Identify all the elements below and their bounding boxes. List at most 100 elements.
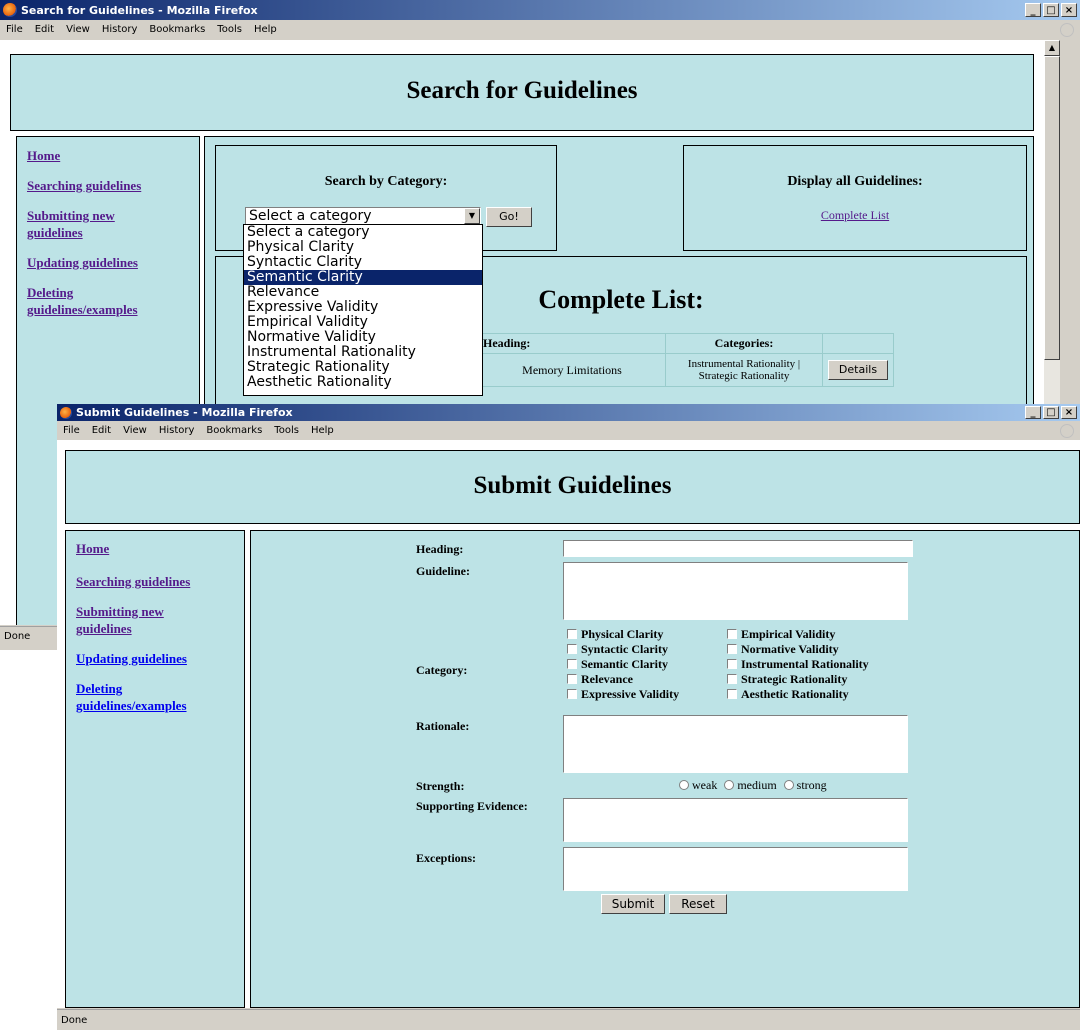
checkbox-icon[interactable]	[727, 629, 737, 639]
heading-input[interactable]	[563, 540, 913, 557]
category-checkbox-semantic[interactable]: Semantic Clarity	[567, 657, 668, 672]
dropdown-option-selected[interactable]: Semantic Clarity	[244, 270, 482, 285]
checkbox-icon[interactable]	[727, 644, 737, 654]
go-button[interactable]: Go!	[486, 207, 532, 227]
category-select[interactable]: Select a category ▼	[245, 207, 481, 225]
menu-tools[interactable]: Tools	[217, 24, 242, 35]
scroll-up-icon[interactable]: ▲	[1044, 40, 1060, 56]
rationale-textarea[interactable]	[563, 715, 908, 773]
menu-edit[interactable]: Edit	[35, 24, 54, 35]
category-select-value: Select a category	[249, 208, 372, 224]
menu-history[interactable]: History	[159, 425, 195, 436]
menu-file[interactable]: File	[63, 425, 80, 436]
menu-view[interactable]: View	[66, 24, 90, 35]
strength-radio-group: weak medium strong	[679, 778, 827, 793]
category-checkbox-syntactic[interactable]: Syntactic Clarity	[567, 642, 668, 657]
dropdown-option[interactable]: Aesthetic Rationality	[244, 375, 482, 390]
dropdown-option[interactable]: Instrumental Rationality	[244, 345, 482, 360]
front-titlebar[interactable]: Submit Guidelines - Mozilla Firefox _ □ …	[57, 404, 1080, 421]
dropdown-option[interactable]: Strategic Rationality	[244, 360, 482, 375]
nav-deleting[interactable]: Deleting guidelines/examples	[76, 680, 226, 714]
checkbox-icon[interactable]	[727, 659, 737, 669]
checkbox-icon[interactable]	[727, 674, 737, 684]
strength-medium[interactable]: medium	[724, 778, 777, 792]
dropdown-option[interactable]: Relevance	[244, 285, 482, 300]
nav-updating[interactable]: Updating guidelines	[76, 650, 244, 667]
checkbox-icon[interactable]	[727, 689, 737, 699]
maximize-button[interactable]: □	[1043, 3, 1059, 17]
checkbox-icon[interactable]	[567, 674, 577, 684]
category-checkbox-relevance[interactable]: Relevance	[567, 672, 633, 687]
category-checkbox-normative[interactable]: Normative Validity	[727, 642, 839, 657]
menu-history[interactable]: History	[102, 24, 138, 35]
category-checkbox-strategic[interactable]: Strategic Rationality	[727, 672, 847, 687]
nav-searching[interactable]: Searching guidelines	[76, 573, 244, 590]
strength-label: Strength:	[416, 779, 465, 793]
menu-bookmarks[interactable]: Bookmarks	[206, 425, 262, 436]
front-content: Submit Guidelines Home Searching guideli…	[57, 440, 1080, 1008]
menu-file[interactable]: File	[6, 24, 23, 35]
guideline-textarea[interactable]	[563, 562, 908, 620]
page-title: Submit Guidelines	[473, 472, 672, 499]
checkbox-icon[interactable]	[567, 659, 577, 669]
chevron-down-icon[interactable]: ▼	[464, 208, 480, 224]
strength-weak[interactable]: weak	[679, 778, 717, 792]
nav-deleting[interactable]: Deleting guidelines/examples	[27, 284, 177, 318]
maximize-button[interactable]: □	[1043, 406, 1059, 419]
dropdown-option[interactable]: Empirical Validity	[244, 315, 482, 330]
rationale-label: Rationale:	[416, 719, 470, 733]
nav-submitting[interactable]: Submitting new guidelines	[27, 207, 157, 241]
menu-help[interactable]: Help	[254, 24, 277, 35]
menu-view[interactable]: View	[123, 425, 147, 436]
close-button[interactable]: ×	[1061, 406, 1077, 419]
nav-home[interactable]: Home	[76, 540, 244, 557]
nav-home[interactable]: Home	[27, 147, 199, 164]
menu-tools[interactable]: Tools	[274, 425, 299, 436]
radio-icon[interactable]	[679, 780, 689, 790]
front-statusbar: Done	[57, 1009, 1080, 1030]
radio-icon[interactable]	[724, 780, 735, 790]
details-button[interactable]: Details	[828, 360, 888, 380]
category-dropdown-list[interactable]: Select a category Physical Clarity Synta…	[243, 224, 483, 396]
search-category-heading: Search by Category:	[324, 174, 448, 189]
minimize-button[interactable]: _	[1025, 3, 1041, 17]
category-checkbox-expressive[interactable]: Expressive Validity	[567, 687, 679, 702]
scroll-thumb[interactable]	[1044, 56, 1060, 360]
display-all-heading: Display all Guidelines:	[787, 174, 923, 189]
radio-icon[interactable]	[783, 780, 794, 790]
category-checkbox-physical[interactable]: Physical Clarity	[567, 627, 663, 642]
guideline-label: Guideline:	[416, 564, 471, 578]
table-cell-heading: Memory Limitations	[478, 353, 666, 387]
reset-button[interactable]: Reset	[669, 894, 727, 914]
dropdown-option[interactable]: Syntactic Clarity	[244, 255, 482, 270]
strength-strong[interactable]: strong	[783, 778, 827, 792]
category-checkbox-instrumental[interactable]: Instrumental Rationality	[727, 657, 869, 672]
dropdown-option[interactable]: Normative Validity	[244, 330, 482, 345]
menu-help[interactable]: Help	[311, 425, 334, 436]
checkbox-icon[interactable]	[567, 689, 577, 699]
nav-searching[interactable]: Searching guidelines	[27, 177, 199, 194]
supporting-evidence-textarea[interactable]	[563, 798, 908, 842]
dropdown-option[interactable]: Expressive Validity	[244, 300, 482, 315]
nav-submitting[interactable]: Submitting new guidelines	[76, 603, 206, 637]
submit-button[interactable]: Submit	[601, 894, 665, 914]
checkbox-icon[interactable]	[567, 629, 577, 639]
checkbox-icon[interactable]	[567, 644, 577, 654]
throbber-icon	[1060, 424, 1074, 438]
dropdown-option[interactable]: Select a category	[244, 225, 482, 240]
minimize-button[interactable]: _	[1025, 406, 1041, 419]
back-status-text: Done	[4, 631, 31, 642]
category-checkbox-aesthetic[interactable]: Aesthetic Rationality	[727, 687, 849, 702]
table-row: Memory Limitations Instrumental Rational…	[478, 353, 894, 387]
menu-bookmarks[interactable]: Bookmarks	[149, 24, 205, 35]
category-checkbox-empirical[interactable]: Empirical Validity	[727, 627, 835, 642]
table-cell-categories: Instrumental Rationality | Strategic Rat…	[665, 353, 823, 387]
nav-updating[interactable]: Updating guidelines	[27, 254, 199, 271]
complete-list-link[interactable]: Complete List	[684, 208, 1026, 223]
close-button[interactable]: ×	[1061, 3, 1077, 17]
back-titlebar[interactable]: Search for Guidelines - Mozilla Firefox …	[0, 0, 1080, 20]
menu-edit[interactable]: Edit	[92, 425, 111, 436]
dropdown-option[interactable]: Physical Clarity	[244, 240, 482, 255]
exceptions-textarea[interactable]	[563, 847, 908, 891]
front-window: Submit Guidelines - Mozilla Firefox _ □ …	[57, 404, 1080, 1030]
